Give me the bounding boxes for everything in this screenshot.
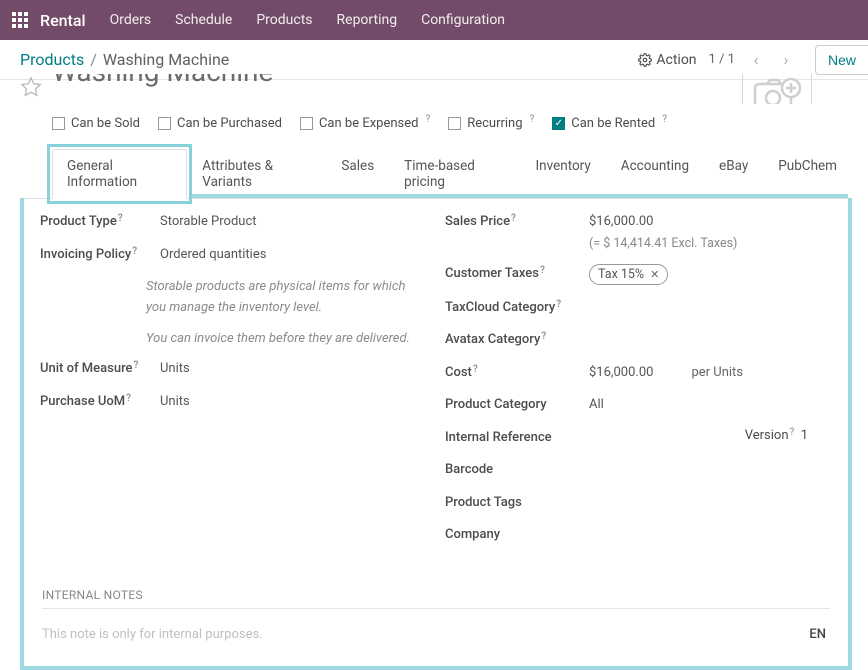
tab-content: Product Type?Storable Product Invoicing … (20, 198, 852, 670)
invoicing-policy-label: Invoicing Policy? (40, 245, 160, 265)
remove-tag-icon[interactable]: ✕ (650, 268, 659, 281)
internal-reference-label: Internal Reference (445, 428, 589, 448)
invoicing-policy-value[interactable]: Ordered quantities (160, 245, 266, 265)
help-icon[interactable]: ? (425, 114, 430, 125)
barcode-label: Barcode (445, 460, 589, 480)
nav-schedule[interactable]: Schedule (175, 12, 232, 28)
product-image-box[interactable] (742, 74, 812, 104)
product-tags-label: Product Tags (445, 493, 589, 513)
tab-bar: General Information Attributes & Variant… (20, 149, 852, 199)
favorite-star-icon[interactable] (20, 76, 42, 98)
tab-time-based-pricing[interactable]: Time-based pricing (389, 149, 520, 198)
action-button[interactable]: Action (638, 52, 696, 68)
help-icon[interactable]: ? (118, 213, 123, 224)
breadcrumb-root[interactable]: Products (20, 50, 84, 69)
can-be-sold-checkbox[interactable]: Can be Sold (52, 116, 140, 131)
customer-taxes-label: Customer Taxes? (445, 264, 589, 284)
camera-plus-icon (753, 78, 801, 104)
help-icon[interactable]: ? (540, 265, 545, 276)
tax-tag[interactable]: Tax 15%✕ (589, 264, 668, 285)
help-icon[interactable]: ? (126, 393, 131, 404)
sales-price-value[interactable]: $16,000.00 (589, 212, 737, 232)
pager-prev-icon[interactable]: ‹ (747, 51, 765, 69)
nav-products[interactable]: Products (256, 12, 312, 28)
breadcrumb-current: Washing Machine (103, 50, 229, 69)
apps-icon[interactable] (12, 12, 28, 28)
nav-configuration[interactable]: Configuration (421, 12, 505, 28)
uom-value[interactable]: Units (160, 359, 190, 379)
company-label: Company (445, 525, 589, 545)
purchase-uom-value[interactable]: Units (160, 392, 190, 412)
tab-pubchem[interactable]: PubChem (763, 149, 852, 198)
help-text: You can invoice them before they are del… (40, 329, 427, 350)
internal-notes-input[interactable]: This note is only for internal purposes. (42, 627, 830, 642)
avatax-category-label: Avatax Category? (445, 330, 589, 350)
help-icon[interactable]: ? (473, 364, 478, 375)
purchase-uom-label: Purchase UoM? (40, 392, 160, 412)
help-icon[interactable]: ? (134, 360, 139, 371)
breadcrumb: Products/Washing Machine (20, 50, 229, 69)
language-badge[interactable]: EN (809, 627, 826, 642)
app-name[interactable]: Rental (40, 11, 86, 30)
product-category-label: Product Category (445, 395, 589, 415)
gear-icon (638, 53, 652, 67)
nav-reporting[interactable]: Reporting (337, 12, 398, 28)
help-icon[interactable]: ? (541, 331, 546, 342)
top-nav: Rental Orders Schedule Products Reportin… (0, 0, 868, 40)
tab-ebay[interactable]: eBay (704, 149, 763, 198)
help-icon[interactable]: ? (132, 246, 137, 257)
help-icon[interactable]: ? (790, 427, 795, 438)
tab-general-information[interactable]: General Information (52, 149, 187, 199)
product-type-value[interactable]: Storable Product (160, 212, 257, 232)
taxcloud-category-label: TaxCloud Category? (445, 298, 589, 318)
can-be-expensed-checkbox[interactable]: Can be Expensed? (300, 116, 430, 131)
can-be-rented-checkbox[interactable]: Can be Rented? (552, 116, 667, 131)
help-text: Storable products are physical items for… (40, 277, 427, 319)
version-label: Version? (745, 428, 795, 443)
tab-attributes-variants[interactable]: Attributes & Variants (187, 149, 326, 198)
help-icon[interactable]: ? (662, 114, 667, 125)
cost-value[interactable]: $16,000.00 (589, 365, 653, 380)
sales-price-excl: (= $ 14,414.41 Excl. Taxes) (589, 236, 737, 251)
help-icon[interactable]: ? (530, 114, 535, 125)
nav-orders[interactable]: Orders (110, 12, 152, 28)
product-title: Washing Machine (52, 74, 273, 86)
product-category-value[interactable]: All (589, 395, 604, 415)
version-value[interactable]: 1 (801, 428, 808, 443)
recurring-checkbox[interactable]: Recurring? (448, 116, 534, 131)
pager-next-icon[interactable]: › (777, 51, 795, 69)
sales-price-label: Sales Price? (445, 212, 589, 232)
help-icon[interactable]: ? (556, 299, 561, 310)
internal-notes-section: INTERNAL NOTES (42, 588, 830, 609)
product-type-label: Product Type? (40, 212, 160, 232)
can-be-purchased-checkbox[interactable]: Can be Purchased (158, 116, 282, 131)
help-icon[interactable]: ? (511, 213, 516, 224)
cost-unit: per Units (691, 365, 743, 380)
tab-inventory[interactable]: Inventory (521, 149, 606, 198)
new-button[interactable]: New (815, 45, 868, 75)
tab-sales[interactable]: Sales (326, 149, 389, 198)
pager[interactable]: 1 / 1 (709, 52, 735, 67)
cost-label: Cost? (445, 363, 589, 383)
uom-label: Unit of Measure? (40, 359, 160, 379)
tab-accounting[interactable]: Accounting (606, 149, 704, 198)
